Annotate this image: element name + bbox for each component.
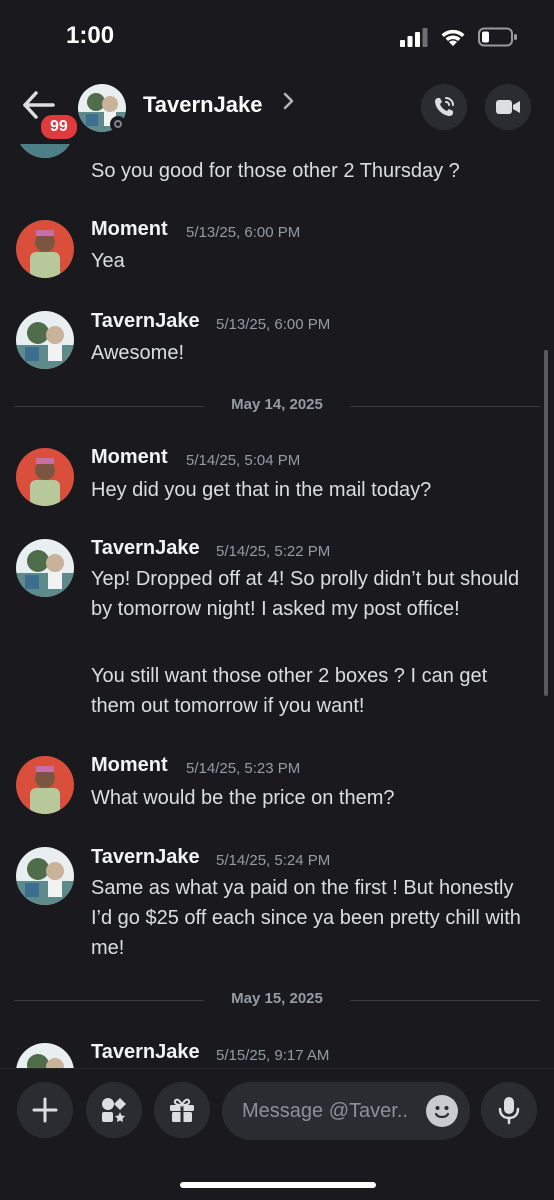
wifi-icon (441, 29, 465, 46)
channel-header: 99 TavernJake (0, 72, 554, 144)
chevron-right-icon[interactable] (282, 90, 296, 118)
avatar[interactable] (16, 847, 74, 905)
video-camera-icon (496, 100, 520, 114)
message-text: Awesome! (91, 342, 185, 364)
date-divider-label: May 15, 2025 (231, 990, 323, 1007)
message-timestamp: 5/14/25, 5:22 PM (216, 543, 331, 560)
message-timestamp: 5/14/25, 5:24 PM (216, 852, 331, 869)
message-timestamp: 5/14/25, 5:23 PM (186, 760, 301, 777)
avatar[interactable] (16, 144, 74, 158)
message-author[interactable]: TavernJake (91, 537, 200, 560)
status-icons (400, 24, 518, 50)
emoji-icon (434, 1106, 450, 1119)
message-author[interactable]: Moment (91, 754, 168, 777)
message-text: What would be the price on them? (91, 787, 395, 809)
date-divider-label: May 14, 2025 (231, 396, 323, 413)
message-author[interactable]: TavernJake (91, 846, 200, 869)
date-divider: May 14, 2025 (14, 396, 540, 416)
message-author[interactable]: Moment (91, 218, 168, 241)
scrollbar[interactable] (544, 350, 548, 696)
avatar[interactable] (16, 311, 74, 369)
message-input-container (222, 1082, 470, 1140)
status-time: 1:00 (66, 22, 115, 49)
apps-button[interactable] (86, 1082, 142, 1138)
avatar[interactable] (16, 756, 74, 814)
message-timestamp: 5/13/25, 6:00 PM (216, 316, 331, 333)
message-text: You still want those other 2 boxes ? I c… (91, 665, 488, 717)
message-author[interactable]: TavernJake (91, 1041, 200, 1064)
status-bar: 1:00 (0, 0, 554, 72)
message-input[interactable] (242, 1096, 412, 1126)
phone-call-icon (435, 97, 454, 116)
presence-indicator (110, 116, 126, 132)
message-text: Yep! Dropped off at 4! So prolly didn’t … (91, 568, 520, 620)
microphone-icon (498, 1097, 520, 1125)
voice-call-button[interactable] (421, 84, 467, 130)
message-list[interactable]: So you good for those other 2 Thursday ?… (0, 144, 554, 1068)
cellular-signal-icon (400, 28, 428, 47)
message-text: Same as what ya paid on the first ! But … (91, 877, 521, 959)
avatar[interactable] (16, 448, 74, 506)
voice-message-button[interactable] (481, 1082, 537, 1138)
gift-button[interactable] (154, 1082, 210, 1138)
message-text: Hey did you get that in the mail today? (91, 479, 432, 501)
add-attachment-button[interactable] (17, 1082, 73, 1138)
apps-icon (102, 1098, 126, 1122)
plus-icon (32, 1097, 58, 1123)
home-indicator[interactable] (180, 1182, 376, 1188)
video-call-button[interactable] (485, 84, 531, 130)
message-timestamp: 5/14/25, 5:04 PM (186, 452, 301, 469)
avatar[interactable] (16, 1043, 74, 1068)
message-author[interactable]: Moment (91, 446, 168, 469)
channel-name[interactable]: TavernJake (143, 92, 262, 118)
message-timestamp: 5/13/25, 6:00 PM (186, 224, 301, 241)
message-text: So you good for those other 2 Thursday ? (91, 160, 460, 182)
gift-icon (170, 1098, 194, 1122)
message-timestamp: 5/15/25, 9:17 AM (216, 1047, 330, 1064)
avatar[interactable] (16, 539, 74, 597)
date-divider: May 15, 2025 (14, 990, 540, 1010)
message-composer (0, 1068, 554, 1200)
message-author[interactable]: TavernJake (91, 310, 200, 333)
emoji-button[interactable] (426, 1095, 458, 1127)
avatar[interactable] (16, 220, 74, 278)
battery-icon (478, 27, 517, 47)
message-text: Yea (91, 250, 125, 272)
unread-badge: 99 (38, 112, 80, 142)
